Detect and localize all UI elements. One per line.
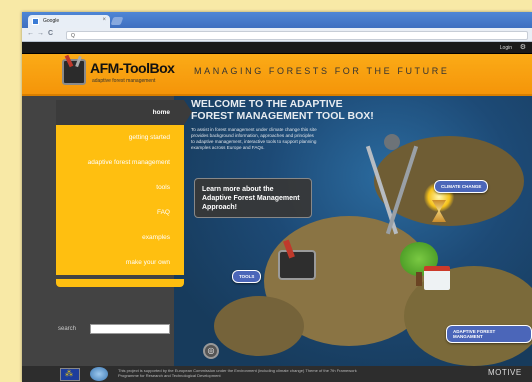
site-logo[interactable]: AFM-ToolBox adaptive forest management — [62, 56, 202, 94]
site-top-bar: Login ⚙ — [22, 42, 532, 54]
tools-button[interactable]: TOOLS — [232, 270, 262, 283]
toolbox-icon[interactable] — [278, 250, 316, 280]
site-footer: This project is supported by the Europea… — [22, 366, 532, 382]
back-button[interactable]: ← — [27, 30, 34, 37]
nav-item-getting-started[interactable]: getting started — [56, 125, 184, 150]
login-link[interactable]: Login — [500, 45, 512, 51]
nav-item-adaptive-forest-management[interactable]: adaptive forest management — [56, 150, 184, 175]
sidebar-footer — [56, 279, 184, 287]
nav-item-tools[interactable]: tools — [56, 175, 184, 200]
nav-item-faq[interactable]: FAQ — [56, 200, 184, 225]
tree-trunk — [416, 272, 422, 286]
sidebar-nav: home getting started adaptive forest man… — [56, 100, 192, 284]
learn-more-button[interactable]: Learn more about the Adaptive Forest Man… — [194, 178, 312, 218]
browser-window: Google × ← → C Q Login ⚙ AFM-ToolBox ada… — [22, 12, 532, 382]
fp7-logo — [90, 367, 108, 381]
nav-item-home[interactable]: home — [56, 100, 192, 125]
calendar-icon — [424, 266, 450, 290]
search-input[interactable] — [90, 324, 170, 334]
toolbox-logo-icon — [62, 59, 86, 85]
adaptive-forest-management-button[interactable]: ADAPTIVE FOREST MANGAMENT — [446, 325, 532, 343]
welcome-title: WELCOME TO THE ADAPTIVE FOREST MANAGEMEN… — [191, 98, 374, 122]
tab-title: Google — [43, 18, 60, 24]
logo-subtitle: adaptive forest management — [92, 78, 156, 84]
nav-item-make-your-own[interactable]: make your own — [56, 250, 184, 275]
funding-notice: This project is supported by the Europea… — [118, 368, 357, 378]
new-tab-button[interactable] — [110, 17, 124, 25]
reload-button[interactable]: C — [48, 30, 53, 37]
browser-tab[interactable]: Google × — [28, 15, 110, 28]
forward-button[interactable]: → — [37, 30, 44, 37]
intro-text: To assist in forest management under cli… — [191, 127, 317, 150]
site-header: AFM-ToolBox adaptive forest management M… — [22, 54, 532, 96]
search-icon: Q — [71, 33, 75, 39]
motive-logo[interactable]: MOTIVE — [488, 368, 522, 377]
gear-icon[interactable]: ⚙ — [520, 43, 526, 51]
eu-flag-logo — [60, 368, 80, 381]
close-tab-icon[interactable]: × — [102, 17, 106, 23]
favicon-icon — [32, 18, 39, 25]
europe-map-background: WELCOME TO THE ADAPTIVE FOREST MANAGEMEN… — [174, 96, 532, 366]
compass-icon — [365, 134, 420, 244]
map-landmass — [214, 296, 304, 356]
climate-change-button[interactable]: CLIMATE CHANGE — [434, 180, 489, 193]
toggle-view-button[interactable]: ◎ — [203, 343, 219, 359]
site-tagline: MANAGING FORESTS FOR THE FUTURE — [194, 66, 450, 76]
tab-strip: Google × — [22, 12, 532, 28]
logo-title: AFM-ToolBox — [90, 60, 175, 76]
browser-toolbar: ← → C Q — [22, 28, 532, 42]
search-label: search — [58, 326, 77, 332]
address-bar[interactable]: Q — [66, 31, 528, 40]
main-area: WELCOME TO THE ADAPTIVE FOREST MANAGEMEN… — [22, 96, 532, 366]
nav-item-examples[interactable]: examples — [56, 225, 184, 250]
